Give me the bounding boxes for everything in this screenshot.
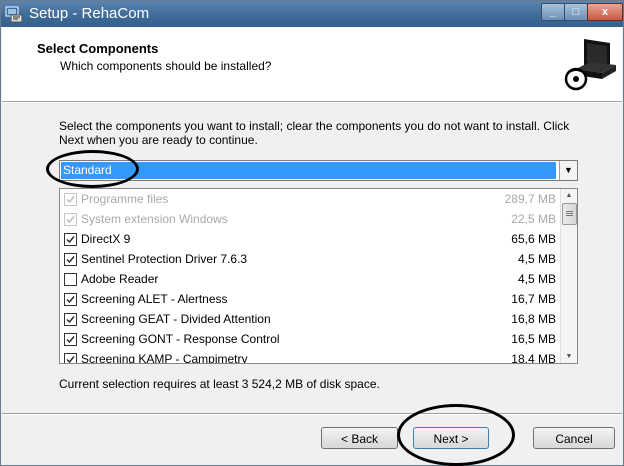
cancel-button[interactable]: Cancel [533,427,615,449]
close-button[interactable]: x [587,3,623,21]
install-type-value: Standard [61,162,556,179]
component-checkbox[interactable] [64,313,77,326]
component-label: Screening GEAT - Divided Attention [81,312,271,326]
wizard-body: Select the components you want to instal… [2,103,622,413]
title-bar[interactable]: Setup - RehaCom _ □ x [1,1,623,27]
component-row[interactable]: Screening GEAT - Divided Attention 16,8 M… [60,310,560,330]
component-checkbox[interactable] [64,293,77,306]
computer-install-icon [562,35,618,93]
component-row[interactable]: DirectX 9 65,6 MB [60,230,560,250]
component-size: 4,5 MB [517,272,556,286]
maximize-button[interactable]: □ [564,3,588,21]
disk-space-requirement: Current selection requires at least 3 52… [59,377,380,391]
back-button[interactable]: < Back [321,427,398,449]
component-checkbox [64,213,77,226]
component-checkbox [64,193,77,206]
wizard-header: Select Components Which components shoul… [2,27,622,101]
component-size: 16,5 MB [511,332,556,346]
component-label: Adobe Reader [81,272,159,286]
component-row[interactable]: Screening KAMP - Campimetry 18,4 MB [60,350,560,364]
component-label: System extension Windows [81,212,228,226]
setup-window: Setup - RehaCom _ □ x Select Components … [0,0,624,466]
footer-divider [2,413,622,415]
scroll-thumb[interactable] [562,203,577,225]
component-size: 65,6 MB [511,232,556,246]
setup-icon [5,5,23,23]
component-label: Screening KAMP - Campimetry [81,352,248,364]
component-row: Programme files 289,7 MB [60,190,560,210]
component-row: System extension Windows 22,5 MB [60,210,560,230]
minimize-icon: _ [549,6,557,18]
component-label: Sentinel Protection Driver 7.6.3 [81,252,248,266]
window-title: Setup - RehaCom [29,5,150,22]
instruction-text: Select the components you want to instal… [59,119,570,147]
next-button[interactable]: Next > [413,427,489,449]
component-row[interactable]: Adobe Reader 4,5 MB [60,270,560,290]
component-checkbox[interactable] [64,253,77,266]
component-row[interactable]: Screening GONT - Response Control 16,5 MB [60,330,560,350]
component-size: 16,7 MB [511,292,556,306]
close-icon: x [601,6,609,18]
component-label: Programme files [81,192,169,206]
scroll-up-arrow-icon[interactable]: ▲ [561,189,577,202]
component-size: 16,8 MB [511,312,556,326]
minimize-button[interactable]: _ [541,3,565,21]
page-subtitle: Which components should be installed? [60,59,272,73]
component-size: 18,4 MB [511,352,556,364]
component-row[interactable]: Screening ALET - Alertness 16,7 MB [60,290,560,310]
page-title: Select Components [37,41,159,56]
component-label: Screening ALET - Alertness [81,292,228,306]
list-scrollbar[interactable]: ▲ ▼ [560,189,577,363]
component-label: Screening GONT - Response Control [81,332,280,346]
components-list[interactable]: Screening KAMP - Campimetry 18,4 MB Screen… [59,188,578,364]
component-checkbox[interactable] [64,333,77,346]
component-checkbox[interactable] [64,353,77,363]
component-row[interactable]: Sentinel Protection Driver 7.6.3 4,5 MB [60,250,560,270]
component-size: 289,7 MB [504,192,556,206]
component-size: 4,5 MB [517,252,556,266]
chevron-down-icon[interactable]: ▼ [559,161,577,180]
component-label: DirectX 9 [81,232,131,246]
scroll-down-arrow-icon[interactable]: ▼ [561,350,577,363]
component-size: 22,5 MB [511,212,556,226]
install-type-select[interactable]: Standard ▼ [59,160,578,181]
maximize-icon: □ [572,6,580,18]
component-checkbox[interactable] [64,273,77,286]
component-checkbox[interactable] [64,233,77,246]
